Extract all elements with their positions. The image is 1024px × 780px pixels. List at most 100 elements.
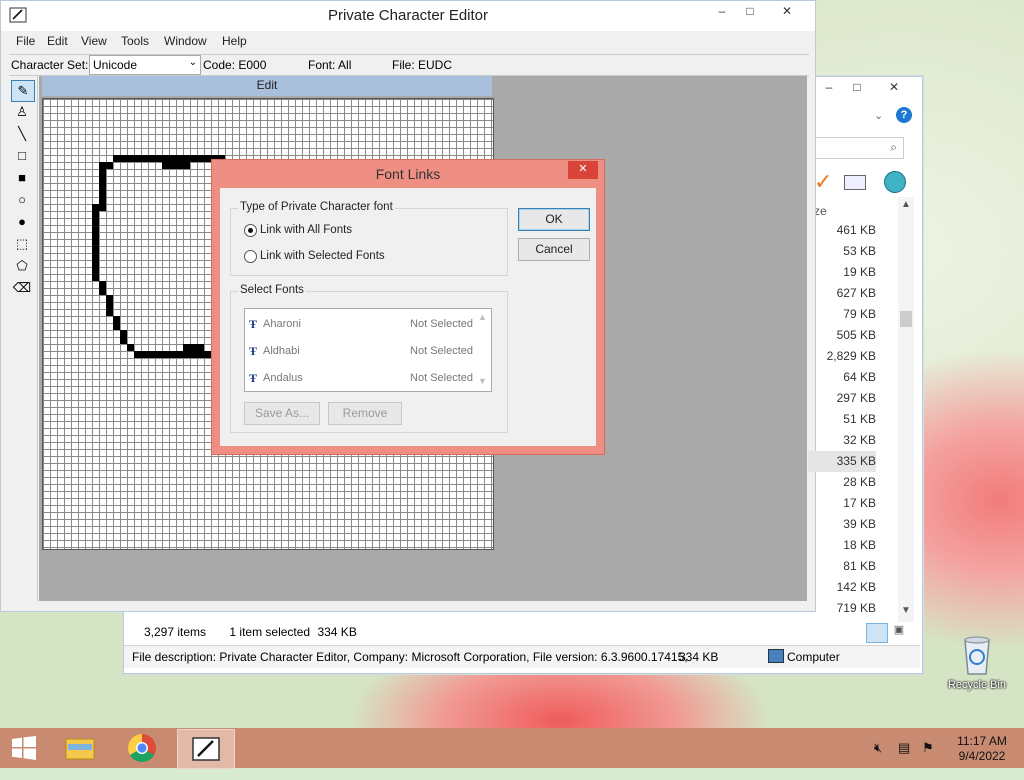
glyph-pixel bbox=[169, 351, 176, 358]
menu-help[interactable]: Help bbox=[222, 34, 247, 48]
dialog-close-button[interactable]: ✕ bbox=[568, 161, 598, 179]
explorer-minimize-button[interactable]: – bbox=[814, 77, 844, 99]
info-bar: Character Set: Unicode ⌄ Code: E000 Font… bbox=[9, 54, 809, 76]
type-groupbox bbox=[230, 208, 508, 276]
brush-icon[interactable]: ♙ bbox=[11, 102, 33, 122]
font-list-item[interactable]: Ŧ Aldhabi Not Selected bbox=[247, 342, 473, 362]
glyph-pixel bbox=[197, 155, 204, 162]
glyph-pixel bbox=[99, 190, 106, 197]
font-list-item[interactable]: Ŧ Andalus Not Selected bbox=[247, 369, 473, 389]
glyph-pixel bbox=[190, 351, 197, 358]
file-size-cell: 51 KB bbox=[843, 412, 876, 426]
globe-icon[interactable] bbox=[884, 171, 906, 193]
explorer-scrollbar[interactable]: ▲ ▼ bbox=[898, 197, 914, 622]
glyph-pixel bbox=[106, 162, 113, 169]
menu-edit[interactable]: Edit bbox=[47, 34, 68, 48]
font-status: Not Selected bbox=[410, 318, 473, 330]
glyph-pixel bbox=[120, 337, 127, 344]
cancel-button[interactable]: Cancel bbox=[518, 238, 590, 261]
menu-tools[interactable]: Tools bbox=[121, 34, 149, 48]
network-icon[interactable]: ▤ bbox=[898, 740, 910, 780]
taskbar-file-explorer[interactable] bbox=[52, 729, 108, 767]
location-text: Computer bbox=[787, 650, 840, 664]
glyph-pixel bbox=[148, 155, 155, 162]
remove-button[interactable]: Remove bbox=[328, 402, 402, 425]
scroll-up-icon[interactable]: ▲ bbox=[898, 199, 914, 210]
checkmark-icon: ✓ bbox=[814, 169, 833, 194]
pce-maximize-button[interactable]: □ bbox=[735, 1, 765, 23]
glyph-pixel bbox=[92, 267, 99, 274]
list-scroll-up-icon[interactable]: ▲ bbox=[478, 312, 487, 322]
radio-all-fonts[interactable] bbox=[244, 224, 257, 237]
menu-file[interactable]: File bbox=[16, 34, 35, 48]
font-links-dialog[interactable]: Font Links ✕ Type of Private Character f… bbox=[211, 159, 605, 455]
file-size-cell: 297 KB bbox=[836, 391, 876, 405]
clock[interactable]: 11:17 AM 9/4/2022 bbox=[950, 734, 1014, 774]
menu-window[interactable]: Window bbox=[164, 34, 207, 48]
font-list-item[interactable]: Ŧ Aharoni Not Selected bbox=[247, 315, 473, 335]
scroll-thumb[interactable] bbox=[900, 311, 912, 327]
file-size-cell: 53 KB bbox=[843, 244, 876, 258]
computer-icon bbox=[768, 649, 784, 663]
view-details-button[interactable] bbox=[866, 623, 888, 643]
hollow-ellipse-icon[interactable]: ○ bbox=[11, 190, 33, 210]
freeform-select-icon[interactable]: ⬠ bbox=[11, 256, 33, 276]
ok-button[interactable]: OK bbox=[518, 208, 590, 231]
filled-rectangle-icon[interactable]: ■ bbox=[11, 168, 33, 188]
hollow-rectangle-icon[interactable]: □ bbox=[11, 146, 33, 166]
glyph-pixel bbox=[99, 162, 106, 169]
glyph-pixel bbox=[183, 351, 190, 358]
glyph-pixel bbox=[141, 351, 148, 358]
chevron-down-icon: ⌄ bbox=[188, 57, 197, 68]
radio-all-fonts-label[interactable]: Link with All Fonts bbox=[260, 224, 352, 236]
clock-date: 9/4/2022 bbox=[958, 749, 1006, 763]
file-size-cell: 2,829 KB bbox=[826, 349, 876, 363]
file-size-cell: 719 KB bbox=[836, 601, 876, 615]
pce-close-button[interactable]: ✕ bbox=[765, 1, 809, 23]
start-button[interactable] bbox=[0, 729, 48, 767]
glyph-pixel bbox=[92, 225, 99, 232]
toolbox: ✎ ♙ ╲ □ ■ ○ ● ⬚ ⬠ ⌫ bbox=[9, 76, 38, 601]
glyph-pixel bbox=[120, 330, 127, 337]
ribbon-collapse-icon[interactable]: ⌄ bbox=[874, 109, 883, 122]
view-tiles-button[interactable]: ▣ bbox=[890, 623, 908, 641]
file-size-cell: 627 KB bbox=[836, 286, 876, 300]
save-as-button[interactable]: Save As... bbox=[244, 402, 320, 425]
charset-select[interactable]: Unicode ⌄ bbox=[89, 55, 201, 75]
recycle-bin-label: Recycle Bin bbox=[947, 679, 1007, 691]
glyph-pixel bbox=[99, 281, 106, 288]
taskbar-private-character-editor[interactable] bbox=[177, 729, 235, 769]
font-status: Not Selected bbox=[410, 372, 473, 384]
clock-time: 11:17 AM bbox=[957, 734, 1007, 748]
pencil-icon[interactable]: ✎ bbox=[11, 80, 35, 102]
filled-ellipse-icon[interactable]: ● bbox=[11, 212, 33, 232]
recycle-bin[interactable]: Recycle Bin bbox=[940, 630, 1014, 700]
glyph-pixel bbox=[120, 155, 127, 162]
explorer-close-button[interactable]: ✕ bbox=[872, 77, 916, 99]
glyph-pixel bbox=[169, 162, 176, 169]
fonts-listbox[interactable]: Ŧ Aharoni Not Selected Ŧ Aldhabi Not Sel… bbox=[244, 308, 492, 392]
file-label: File: EUDC bbox=[392, 58, 453, 72]
scroll-down-icon[interactable]: ▼ bbox=[898, 605, 914, 616]
list-scroll-down-icon[interactable]: ▼ bbox=[478, 376, 487, 386]
radio-selected-fonts[interactable] bbox=[244, 250, 257, 263]
line-icon[interactable]: ╲ bbox=[11, 124, 33, 144]
help-icon[interactable]: ? bbox=[896, 107, 912, 123]
radio-selected-fonts-label[interactable]: Link with Selected Fonts bbox=[260, 250, 385, 262]
rectangular-select-icon[interactable]: ⬚ bbox=[11, 234, 33, 254]
glyph-pixel bbox=[176, 155, 183, 162]
menu-view[interactable]: View bbox=[81, 34, 107, 48]
glyph-pixel bbox=[99, 169, 106, 176]
mute-icon[interactable]: 🔇︎ bbox=[874, 740, 882, 780]
taskbar-chrome[interactable] bbox=[114, 729, 170, 767]
font-status: Not Selected bbox=[410, 345, 473, 357]
explorer-search-box[interactable]: ⌕ bbox=[814, 137, 904, 159]
glyph-pixel bbox=[134, 351, 141, 358]
action-center-icon[interactable]: ⚑ bbox=[922, 740, 934, 780]
pce-titlebar[interactable]: Private Character Editor – □ ✕ bbox=[1, 1, 815, 31]
pce-minimize-button[interactable]: – bbox=[707, 1, 737, 23]
properties-icon[interactable] bbox=[844, 175, 866, 190]
list-scrollbar[interactable]: ▲ ▼ bbox=[476, 310, 490, 388]
eraser-icon[interactable]: ⌫ bbox=[11, 278, 33, 298]
explorer-maximize-button[interactable]: □ bbox=[842, 77, 872, 99]
